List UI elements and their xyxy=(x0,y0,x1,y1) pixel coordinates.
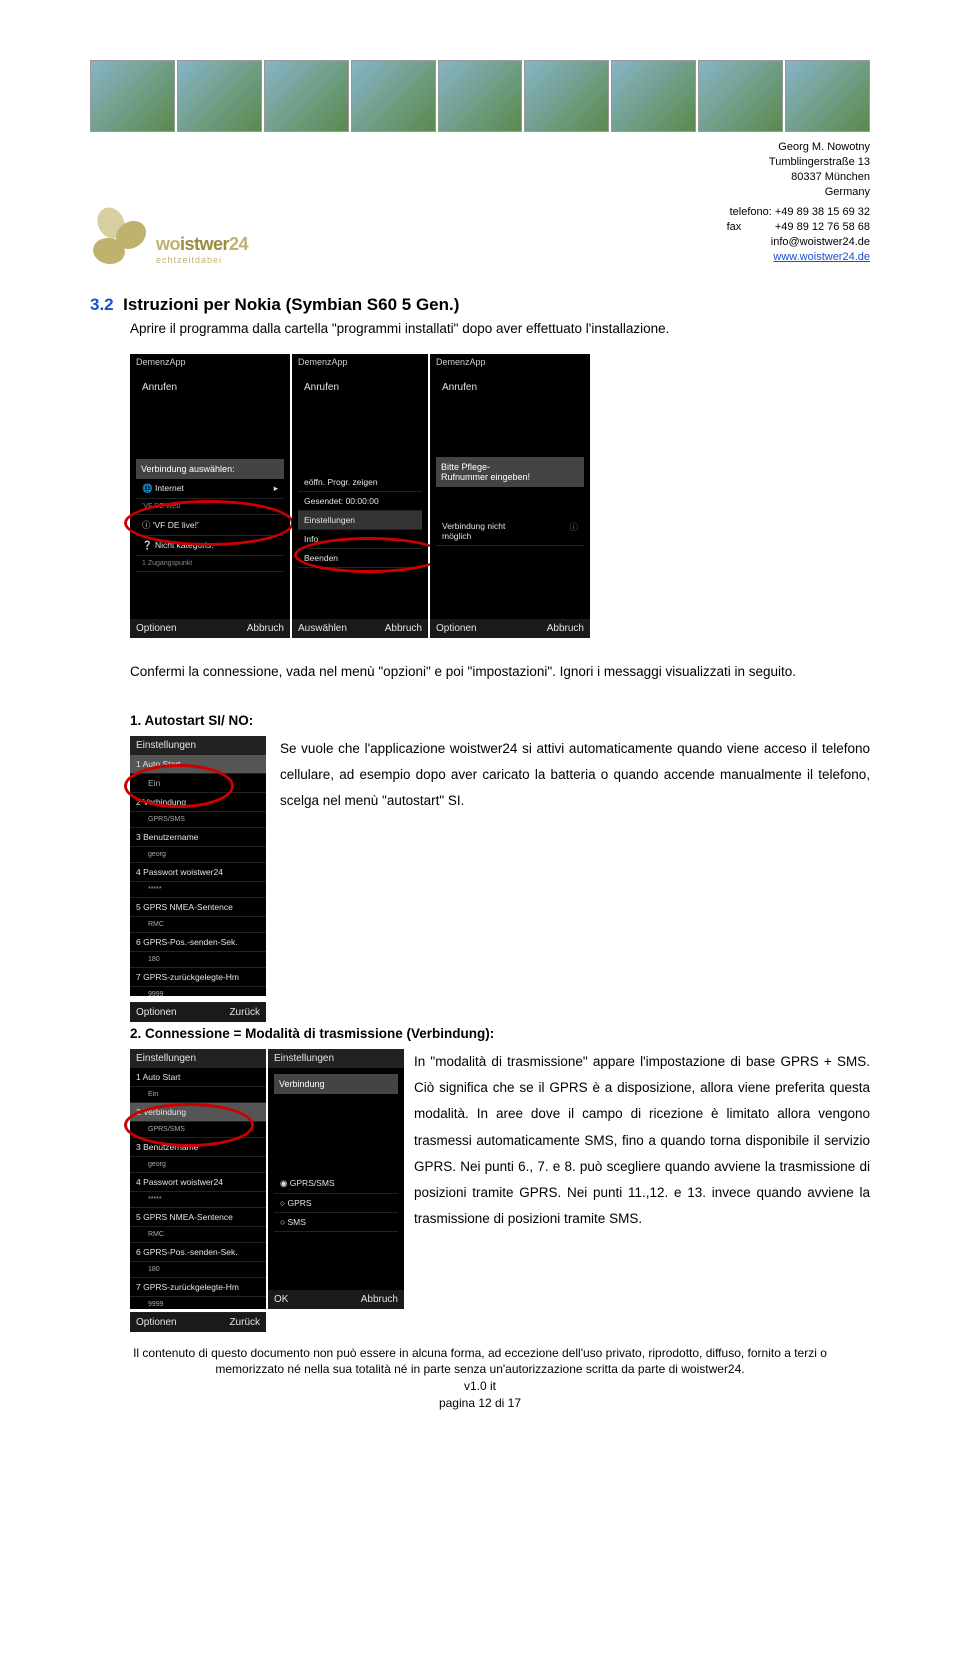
phone-screenshot: DemenzApp Anrufen eöffn. Progr. zeigen G… xyxy=(292,354,428,638)
after-shots-paragraph: Confermi la connessione, vada nel menù "… xyxy=(130,662,870,683)
contact-name: Georg M. Nowotny xyxy=(727,140,870,155)
autostart-heading: 1. Autostart SI/ NO: xyxy=(130,713,870,728)
thumb xyxy=(698,60,783,132)
connection-heading: 2. Connessione = Modalità di trasmission… xyxy=(130,1026,870,1041)
section-heading: 3.2 Istruzioni per Nokia (Symbian S60 5 … xyxy=(90,295,870,315)
phone-screenshot: Einstellungen 1 Auto Start Ein 2 Verbind… xyxy=(130,736,266,996)
phone-screenshot: Einstellungen 1 Auto Start Ein 2 Verbind… xyxy=(130,1049,266,1309)
logo-text: woistwer24 xyxy=(156,234,248,255)
contact-country: Germany xyxy=(727,185,870,200)
phone-screenshot: DemenzApp Anrufen Bitte Pflege-Rufnummer… xyxy=(430,354,590,638)
highlight-ring xyxy=(294,537,444,573)
intro-paragraph: Aprire il programma dalla cartella "prog… xyxy=(130,319,870,340)
thumb xyxy=(90,60,175,132)
footer-line1: Il contenuto di questo documento non può… xyxy=(90,1345,870,1362)
phone-label: telefono: xyxy=(730,206,772,218)
logo-icon xyxy=(90,205,150,265)
screenshots-row-1: DemenzApp Anrufen Verbindung auswählen: … xyxy=(130,354,870,638)
highlight-ring xyxy=(124,1103,254,1147)
highlight-ring xyxy=(124,500,294,546)
connection-body: In "modalità di trasmissione" appare l'i… xyxy=(414,1049,870,1233)
logo-subtitle: echtzeitdabei xyxy=(156,255,248,265)
thumb xyxy=(177,60,262,132)
logo: woistwer24 echtzeitdabei xyxy=(90,205,248,265)
contact-city: 80337 München xyxy=(727,170,870,185)
thumb xyxy=(438,60,523,132)
phone-screenshot: DemenzApp Anrufen Verbindung auswählen: … xyxy=(130,354,290,638)
thumb xyxy=(611,60,696,132)
footer-page: pagina 12 di 17 xyxy=(90,1395,870,1412)
thumb xyxy=(264,60,349,132)
fax: +49 89 12 76 58 68 xyxy=(775,221,870,233)
thumb xyxy=(524,60,609,132)
contact-web[interactable]: www.woistwer24.de xyxy=(727,250,870,265)
footer: Il contenuto di questo documento non può… xyxy=(90,1345,870,1412)
highlight-ring xyxy=(124,764,234,808)
contact-block: Georg M. Nowotny Tumblingerstraße 13 803… xyxy=(727,140,870,265)
autostart-body: Se vuole che l'applicazione woistwer24 s… xyxy=(280,736,870,815)
contact-email: info@woistwer24.de xyxy=(727,235,870,250)
footer-line2: memorizzato né nella sua totalità né in … xyxy=(90,1361,870,1378)
fax-label: fax xyxy=(727,221,742,233)
thumb xyxy=(351,60,436,132)
phone-screenshot: Einstellungen Verbindung ◉ GPRS/SMS ○ GP… xyxy=(268,1049,404,1309)
thumb xyxy=(785,60,870,132)
header-image-strip xyxy=(90,60,870,132)
connection-screenshots: Einstellungen 1 Auto Start Ein 2 Verbind… xyxy=(130,1049,404,1309)
contact-street: Tumblingerstraße 13 xyxy=(727,155,870,170)
footer-version: v1.0 it xyxy=(90,1378,870,1395)
phone: +49 89 38 15 69 32 xyxy=(775,206,870,218)
